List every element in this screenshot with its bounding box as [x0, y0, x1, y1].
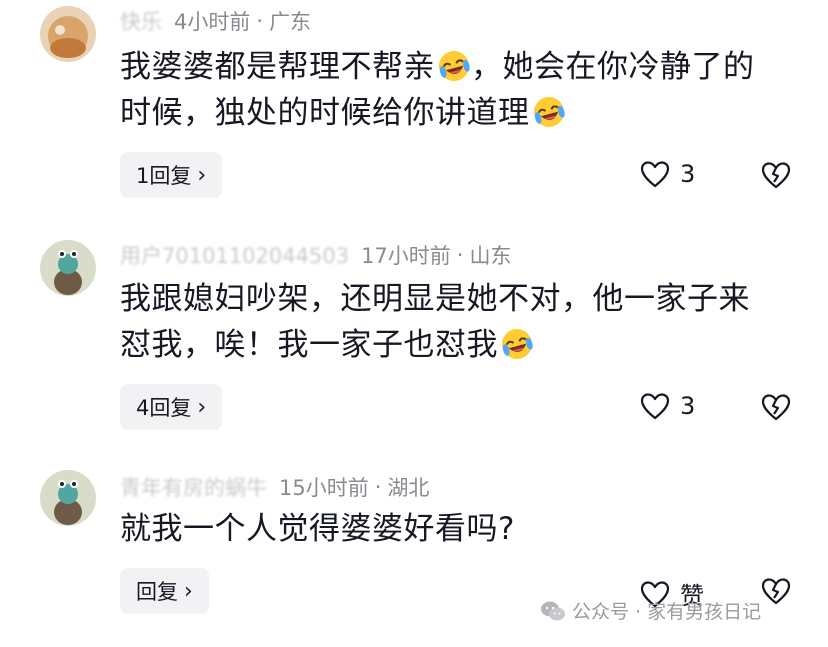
comment-meta: 青年有房的蜗牛 15小时前 · 湖北: [120, 472, 429, 502]
like-button[interactable]: 3: [640, 392, 695, 420]
broken-heart-icon: [761, 578, 791, 605]
broken-heart-icon: [761, 162, 791, 189]
username[interactable]: 快乐: [120, 6, 162, 36]
comment-time: 15小时前: [279, 476, 369, 500]
username[interactable]: 用户70101102044503: [120, 240, 349, 270]
meta-separator: ·: [374, 475, 382, 499]
wechat-icon: [541, 601, 565, 620]
meta-separator: ·: [256, 9, 264, 33]
watermark-text: 公众号 · 家有男孩日记: [572, 601, 762, 623]
dislike-button[interactable]: [760, 576, 792, 610]
broken-heart-icon: [761, 394, 791, 421]
avatar[interactable]: [40, 240, 96, 296]
view-replies-button[interactable]: 4回复 ›: [120, 384, 223, 430]
comment-text-line: 怼我，唉！我一家子也怼我: [120, 327, 498, 363]
reply-count-label: 1回复: [136, 164, 192, 188]
heart-icon: [640, 161, 670, 188]
comment-time: 4小时前: [174, 10, 251, 34]
comment-text-line: 时候，独处的时候给你讲道理: [120, 95, 530, 131]
comment-text: 我婆婆都是帮理不帮亲 ，她会在你冷静了的 时候，独处的时候给你讲道理: [120, 44, 800, 136]
chevron-right-icon: ›: [184, 578, 193, 604]
comment-meta: 快乐 4小时前 · 广东: [120, 6, 311, 36]
comment-time: 17小时前: [361, 244, 451, 268]
comment-text-line: ，她会在你冷静了的: [471, 49, 755, 85]
avatar-image: [40, 6, 96, 62]
laughing-crying-emoji-icon: [439, 51, 470, 81]
chevron-right-icon: ›: [197, 394, 207, 420]
meta-separator: ·: [456, 243, 464, 267]
comment-meta: 用户70101102044503 17小时前 · 山东: [120, 240, 511, 270]
laughing-crying-emoji-icon: [533, 97, 565, 127]
avatar-image: [40, 240, 96, 296]
heart-icon: [640, 393, 670, 420]
chevron-right-icon: ›: [197, 162, 207, 188]
avatar[interactable]: [40, 6, 96, 62]
avatar[interactable]: [40, 470, 96, 526]
reply-count-label: 4回复: [136, 396, 192, 420]
dislike-button[interactable]: [760, 160, 792, 194]
username[interactable]: 青年有房的蜗牛: [120, 472, 267, 502]
comment-text-line: 我婆婆都是帮理不帮亲: [120, 49, 435, 85]
comment-location: 山东: [469, 244, 512, 268]
comment-text-line: 我跟媳妇吵架，还明显是她不对，他一家子来: [120, 281, 750, 317]
dislike-button[interactable]: [760, 392, 792, 426]
watermark: 公众号 · 家有男孩日记: [540, 597, 761, 624]
comment-location: 湖北: [387, 476, 430, 500]
reply-button[interactable]: 回复 ›: [120, 568, 209, 614]
comment-location: 广东: [269, 10, 312, 34]
like-count: 3: [680, 392, 696, 420]
comment-text-line: 就我一个人觉得婆婆好看吗?: [120, 511, 515, 547]
like-count: 3: [680, 160, 696, 188]
reply-label: 回复: [136, 580, 178, 604]
avatar-image: [40, 470, 96, 526]
comment-text: 我跟媳妇吵架，还明显是她不对，他一家子来 怼我，唉！我一家子也怼我: [120, 276, 800, 368]
laughing-crying-emoji-icon: [502, 329, 533, 359]
like-button[interactable]: 3: [640, 160, 695, 188]
view-replies-button[interactable]: 1回复 ›: [120, 152, 223, 198]
comment-text: 就我一个人觉得婆婆好看吗?: [120, 506, 800, 552]
